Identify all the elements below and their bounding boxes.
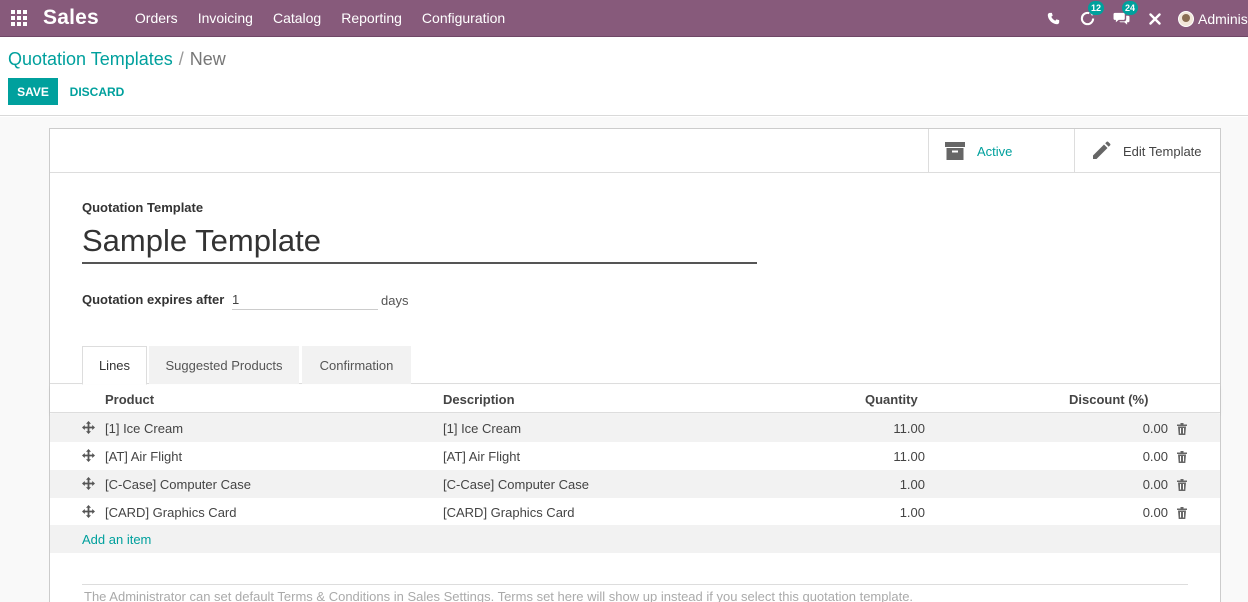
cell-description[interactable]: [CARD] Graphics Card [443,505,574,520]
expires-days-input[interactable] [232,290,378,310]
avatar [1178,10,1194,27]
column-discount[interactable]: Discount (%) [1069,392,1148,407]
table-header: Product Description Quantity Discount (%… [50,385,1220,413]
user-name: Administrator [1198,10,1248,27]
cell-quantity[interactable]: 1.00 [870,505,925,520]
drag-handle-icon[interactable] [82,477,95,490]
breadcrumb-parent[interactable]: Quotation Templates [8,49,173,69]
top-navbar: Sales Orders Invoicing Catalog Reporting… [0,0,1248,37]
cell-product[interactable]: [AT] Air Flight [105,449,182,464]
activity-count-badge: 12 [1088,1,1105,15]
archive-icon [945,142,965,160]
save-button[interactable]: SAVE [8,78,58,105]
active-toggle-button[interactable]: Active [928,129,1075,173]
edit-template-label: Edit Template [1123,143,1202,159]
expires-label: Quotation expires after [82,292,225,307]
menu-catalog[interactable]: Catalog [263,0,331,37]
cell-quantity[interactable]: 11.00 [870,449,925,464]
cell-discount[interactable]: 0.00 [1110,477,1168,492]
trash-icon[interactable] [1177,450,1187,468]
tab-suggested-products[interactable]: Suggested Products [149,346,299,384]
app-name: Sales [43,6,99,29]
chat-icon[interactable]: 24 [1104,0,1139,37]
breadcrumb-separator: / [178,49,184,69]
edit-template-button[interactable]: Edit Template [1074,129,1221,173]
table-row[interactable]: [C-Case] Computer Case [C-Case] Computer … [50,470,1220,498]
cell-quantity[interactable]: 11.00 [870,421,925,436]
trash-icon[interactable] [1177,478,1187,496]
menu-configuration[interactable]: Configuration [412,0,515,37]
apps-grid-icon[interactable] [2,3,36,33]
tab-confirmation[interactable]: Confirmation [302,346,411,384]
activity-icon[interactable]: 12 [1070,0,1105,37]
table-row[interactable]: [1] Ice Cream [1] Ice Cream 11.00 0.00 [50,414,1220,442]
column-product[interactable]: Product [105,392,154,407]
cell-description[interactable]: [1] Ice Cream [443,421,521,436]
terms-divider [82,584,1188,585]
form-sheet: Active Edit Template Quotation Template … [49,128,1221,602]
phone-icon[interactable] [1036,0,1070,37]
trash-icon[interactable] [1177,506,1187,524]
menu-orders[interactable]: Orders [125,0,188,37]
messages-count-badge: 24 [1122,1,1139,15]
tab-lines[interactable]: Lines [82,346,147,385]
cell-description[interactable]: [C-Case] Computer Case [443,477,589,492]
menu-invoicing[interactable]: Invoicing [188,0,263,37]
button-box: Active Edit Template [50,129,1220,173]
breadcrumb-current: New [189,49,226,69]
control-panel: Quotation Templates / New SAVE DISCARD [0,37,1248,116]
trash-icon[interactable] [1177,422,1187,440]
table-row[interactable]: [AT] Air Flight [AT] Air Flight 11.00 0.00 [50,442,1220,470]
drag-handle-icon[interactable] [82,421,95,434]
terms-conditions-field[interactable]: The Administrator can set default Terms … [84,589,913,602]
tab-bar: Lines Suggested Products Confirmation [50,345,1220,385]
column-quantity[interactable]: Quantity [865,392,918,407]
template-name-label: Quotation Template [82,200,204,215]
cell-discount[interactable]: 0.00 [1110,505,1168,520]
active-label: Active [977,143,1013,159]
drag-handle-icon[interactable] [82,449,95,462]
discard-button[interactable]: DISCARD [64,78,130,105]
days-unit-label: days [381,293,409,308]
cell-product[interactable]: [C-Case] Computer Case [105,477,251,492]
cell-description[interactable]: [AT] Air Flight [443,449,520,464]
navbar-right: 12 24 Administrator [1036,0,1248,37]
breadcrumb: Quotation Templates / New [8,49,226,70]
drag-handle-icon[interactable] [82,505,95,518]
cell-discount[interactable]: 0.00 [1110,421,1168,436]
add-item-row: Add an item [50,525,1220,553]
pencil-icon [1091,141,1111,161]
user-menu[interactable]: Administrator [1178,10,1248,27]
cell-quantity[interactable]: 1.00 [870,477,925,492]
cell-product[interactable]: [CARD] Graphics Card [105,505,236,520]
menu-reporting[interactable]: Reporting [331,0,412,37]
cell-product[interactable]: [1] Ice Cream [105,421,183,436]
table-row[interactable]: [CARD] Graphics Card [CARD] Graphics Card… [50,498,1220,526]
template-name-input[interactable] [82,219,757,264]
add-item-link[interactable]: Add an item [82,532,151,547]
column-description[interactable]: Description [443,392,515,407]
cell-discount[interactable]: 0.00 [1110,449,1168,464]
close-icon[interactable] [1138,0,1172,37]
